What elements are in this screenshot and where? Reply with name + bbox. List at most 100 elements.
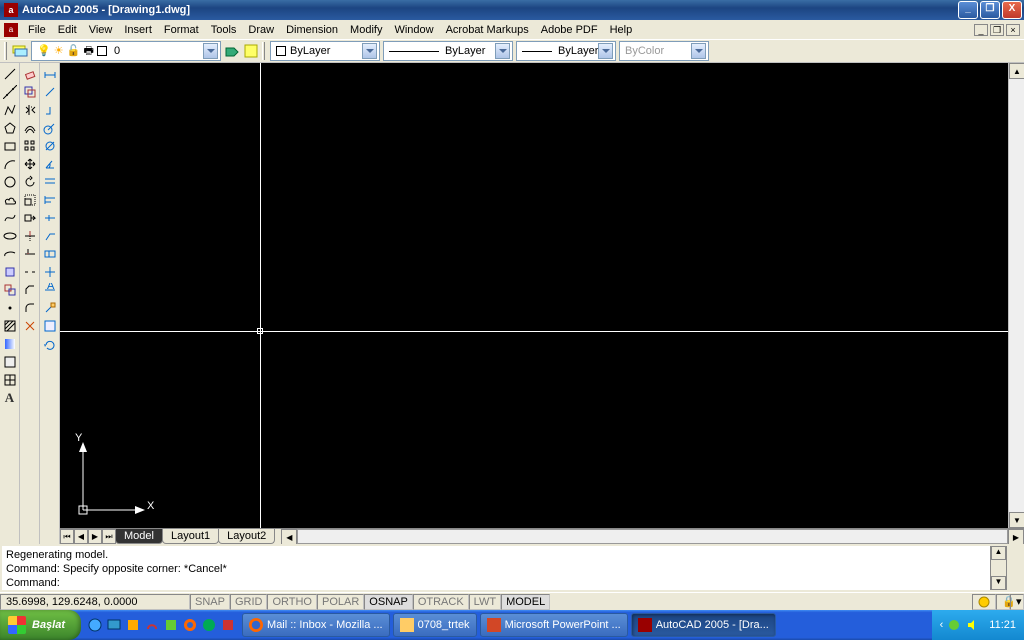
xline-icon[interactable] — [1, 83, 19, 101]
arc-icon[interactable] — [1, 155, 19, 173]
tab-nav-prev[interactable]: ◀ — [74, 529, 88, 544]
mtext-icon[interactable]: A — [1, 389, 19, 407]
hatch-icon[interactable] — [1, 317, 19, 335]
menu-edit[interactable]: Edit — [52, 22, 83, 38]
polar-toggle[interactable]: POLAR — [317, 594, 364, 610]
tab-nav-next[interactable]: ▶ — [88, 529, 102, 544]
tab-layout1[interactable]: Layout1 — [162, 529, 219, 544]
dim-ordinate-icon[interactable] — [41, 101, 59, 119]
ql-app-icon[interactable] — [144, 617, 160, 633]
spline-icon[interactable] — [1, 209, 19, 227]
extend-icon[interactable] — [21, 245, 39, 263]
coordinates-display[interactable]: 35.6998, 129.6248, 0.0000 — [0, 594, 190, 610]
toolbar-grip[interactable] — [262, 42, 265, 60]
polygon-icon[interactable] — [1, 119, 19, 137]
ql-app-icon[interactable] — [220, 617, 236, 633]
dim-aligned-icon[interactable] — [41, 83, 59, 101]
mdi-close[interactable]: × — [1006, 24, 1020, 36]
clock[interactable]: 11:21 — [989, 619, 1016, 631]
ortho-toggle[interactable]: ORTHO — [267, 594, 317, 610]
dimtedit-icon[interactable] — [41, 299, 59, 317]
tab-nav-first[interactable]: ⏮ — [60, 529, 74, 544]
model-toggle[interactable]: MODEL — [501, 594, 550, 610]
dropdown-arrow-icon[interactable] — [362, 43, 377, 59]
command-scrollbar[interactable]: ▲▼ — [990, 546, 1006, 590]
circle-icon[interactable] — [1, 173, 19, 191]
dim-linear-icon[interactable] — [41, 65, 59, 83]
rotate-icon[interactable] — [21, 173, 39, 191]
menu-adobepdf[interactable]: Adobe PDF — [535, 22, 604, 38]
scale-icon[interactable] — [21, 191, 39, 209]
taskbar-item[interactable]: 0708_trtek — [393, 613, 477, 637]
toolbar-grip[interactable] — [4, 42, 7, 60]
layer-dropdown[interactable]: 💡 ☀ 🔓 🖶 0 — [31, 41, 221, 61]
erase-icon[interactable] — [21, 65, 39, 83]
scroll-down-icon[interactable]: ▼ — [1009, 512, 1024, 528]
mdi-restore[interactable]: ❐ — [990, 24, 1004, 36]
linetype-dropdown[interactable]: ByLayer — [383, 41, 513, 61]
line-icon[interactable] — [1, 65, 19, 83]
menu-dimension[interactable]: Dimension — [280, 22, 344, 38]
ql-app-icon[interactable] — [201, 617, 217, 633]
table-icon[interactable] — [1, 371, 19, 389]
close-button[interactable]: X — [1002, 1, 1022, 19]
taskbar-item-active[interactable]: AutoCAD 2005 - [Dra... — [631, 613, 776, 637]
dim-baseline-icon[interactable] — [41, 191, 59, 209]
command-grip[interactable] — [1006, 546, 1022, 590]
tray-arrow-icon[interactable]: ‹ — [940, 619, 944, 631]
maximize-button[interactable]: ❐ — [980, 1, 1000, 19]
point-icon[interactable] — [1, 299, 19, 317]
scroll-right-icon[interactable]: ▶ — [1008, 529, 1024, 544]
lwt-toggle[interactable]: LWT — [469, 594, 501, 610]
osnap-toggle[interactable]: OSNAP — [364, 594, 413, 610]
tray-volume-icon[interactable] — [965, 618, 979, 632]
tray-icon[interactable] — [947, 618, 961, 632]
tab-layout2[interactable]: Layout2 — [218, 529, 275, 544]
menu-draw[interactable]: Draw — [242, 22, 280, 38]
dim-continue-icon[interactable] — [41, 209, 59, 227]
ql-firefox-icon[interactable] — [182, 617, 198, 633]
lineweight-dropdown[interactable]: ByLayer — [516, 41, 616, 61]
qleader-icon[interactable] — [41, 227, 59, 245]
menu-insert[interactable]: Insert — [118, 22, 158, 38]
explode-icon[interactable] — [21, 317, 39, 335]
offset-icon[interactable] — [21, 119, 39, 137]
status-lock-icon[interactable]: 🔒 — [996, 594, 1010, 610]
layer-manager-icon[interactable] — [12, 43, 28, 59]
vertical-scrollbar[interactable]: ▲ ▼ — [1008, 63, 1024, 528]
command-window[interactable]: Regenerating model. Command: Specify opp… — [0, 544, 1024, 592]
array-icon[interactable] — [21, 137, 39, 155]
make-block-icon[interactable] — [1, 281, 19, 299]
status-tray-icon[interactable]: ▾ — [1010, 594, 1024, 610]
rectangle-icon[interactable] — [1, 137, 19, 155]
ellipse-arc-icon[interactable] — [1, 245, 19, 263]
menu-acrobat[interactable]: Acrobat Markups — [440, 22, 535, 38]
comm-center-icon[interactable] — [972, 594, 996, 610]
insert-block-icon[interactable] — [1, 263, 19, 281]
ql-ie-icon[interactable] — [87, 617, 103, 633]
otrack-toggle[interactable]: OTRACK — [413, 594, 469, 610]
ql-app-icon[interactable] — [125, 617, 141, 633]
dim-diameter-icon[interactable] — [41, 137, 59, 155]
ellipse-icon[interactable] — [1, 227, 19, 245]
tab-nav-last[interactable]: ⏭ — [102, 529, 116, 544]
menu-view[interactable]: View — [83, 22, 119, 38]
grid-toggle[interactable]: GRID — [230, 594, 268, 610]
stretch-icon[interactable] — [21, 209, 39, 227]
scroll-up-icon[interactable]: ▲ — [1009, 63, 1024, 79]
document-icon[interactable]: a — [4, 23, 18, 37]
minimize-button[interactable]: _ — [958, 1, 978, 19]
drawing-canvas[interactable]: X Y — [60, 63, 1008, 528]
gradient-icon[interactable] — [1, 335, 19, 353]
tab-model[interactable]: Model — [115, 529, 163, 544]
system-tray[interactable]: ‹ 11:21 — [932, 610, 1024, 640]
dimedit-icon[interactable]: A — [41, 281, 59, 299]
tolerance-icon[interactable] — [41, 245, 59, 263]
fillet-icon[interactable] — [21, 299, 39, 317]
qdim-icon[interactable] — [41, 173, 59, 191]
snap-toggle[interactable]: SNAP — [190, 594, 230, 610]
menu-file[interactable]: File — [22, 22, 52, 38]
scroll-left-icon[interactable]: ◀ — [281, 529, 297, 544]
start-button[interactable]: Başlat — [0, 610, 81, 640]
color-dropdown[interactable]: ByLayer — [270, 41, 380, 61]
